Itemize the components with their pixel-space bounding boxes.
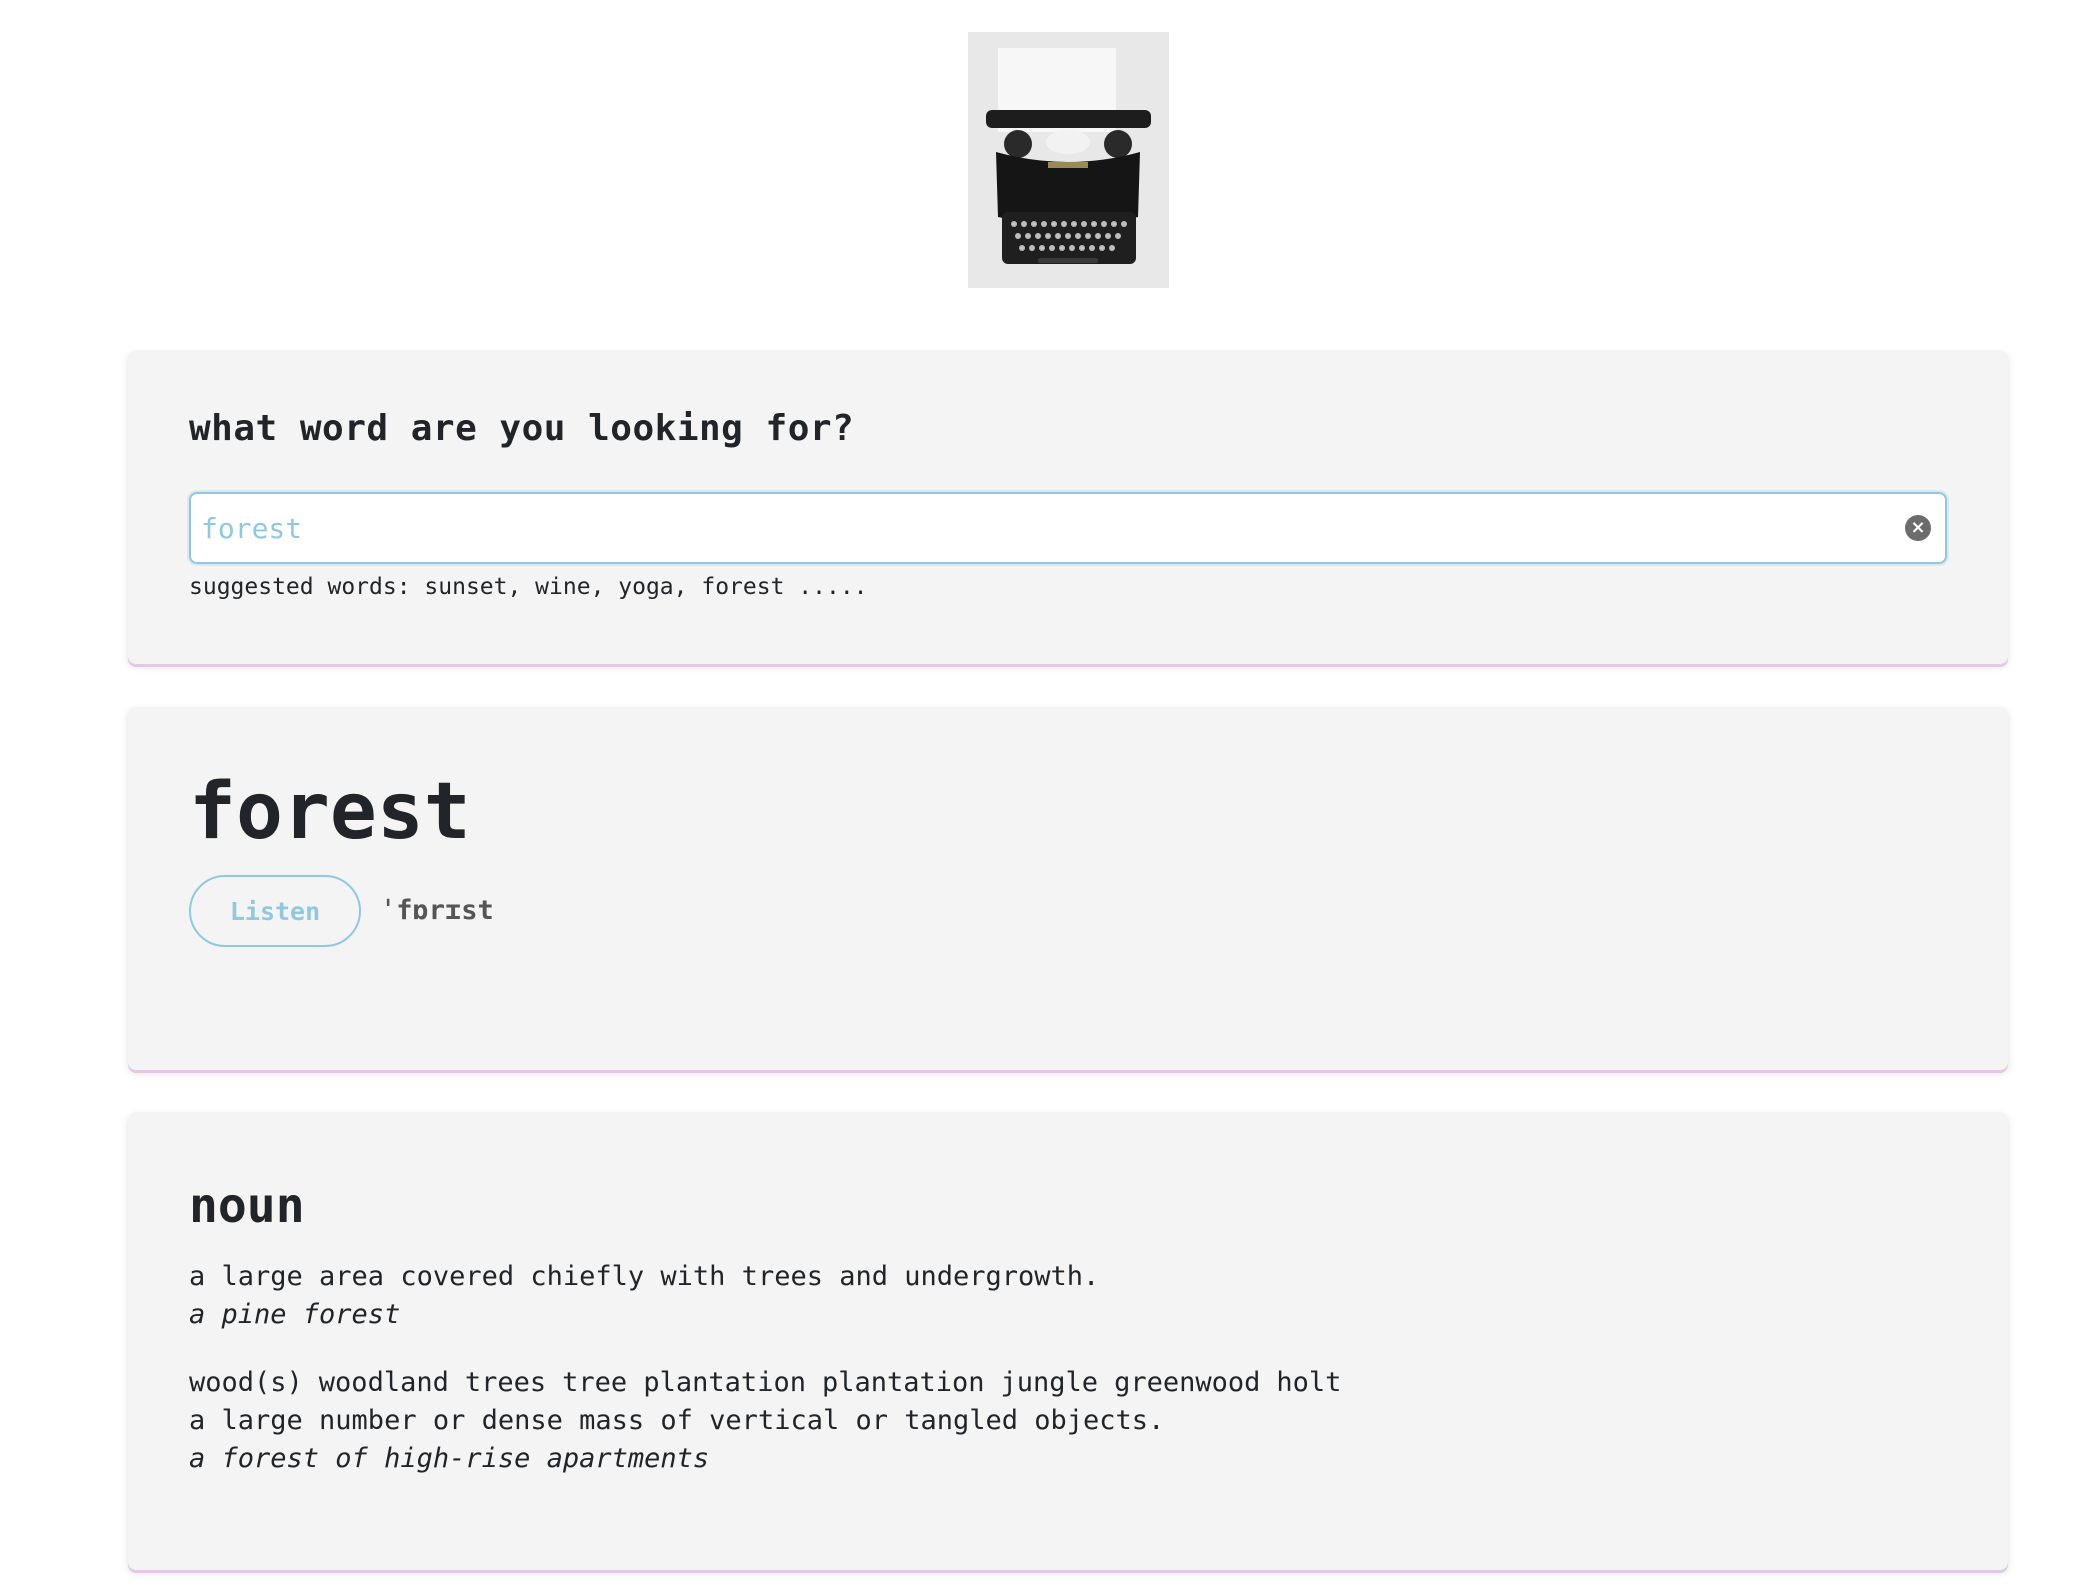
definition-card: noun a large area covered chiefly with t… <box>128 1112 2008 1570</box>
page: what word are you looking for? × suggest… <box>0 0 2082 1596</box>
definition-text: a large area covered chiefly with trees … <box>189 1261 1100 1292</box>
definition-example: a forest of high-rise apartments <box>189 1443 710 1474</box>
word-title: forest <box>189 767 471 857</box>
synonym-item[interactable]: jungle <box>1001 1364 1099 1402</box>
search-box: × <box>189 492 1947 564</box>
definition-example: a pine forest <box>189 1299 401 1330</box>
clear-icon[interactable]: × <box>1905 515 1931 541</box>
synonym-item[interactable]: wood(s) <box>189 1364 303 1402</box>
definition-text: a large number or dense mass of vertical… <box>189 1405 1165 1436</box>
search-heading: what word are you looking for? <box>189 408 855 449</box>
word-card: forest Listen ˈfɒrɪst <box>128 707 2008 1070</box>
search-card: what word are you looking for? × suggest… <box>128 350 2008 664</box>
listen-button[interactable]: Listen <box>189 875 361 947</box>
phonetic-text: ˈfɒrɪst <box>380 895 494 926</box>
search-input[interactable] <box>201 494 1861 562</box>
synonyms-list: wood(s) woodland trees tree plantation p… <box>189 1364 1341 1402</box>
suggested-words: suggested words: sunset, wine, yoga, for… <box>189 574 868 600</box>
part-of-speech: noun <box>189 1178 305 1234</box>
typewriter-logo-image <box>968 32 1169 288</box>
synonym-item[interactable]: plantation <box>822 1364 985 1402</box>
synonym-item[interactable]: tree plantation <box>562 1364 806 1402</box>
synonym-item[interactable]: trees <box>465 1364 546 1402</box>
synonym-item[interactable]: woodland <box>319 1364 449 1402</box>
synonym-item[interactable]: greenwood <box>1114 1364 1260 1402</box>
synonym-item[interactable]: holt <box>1276 1364 1341 1402</box>
